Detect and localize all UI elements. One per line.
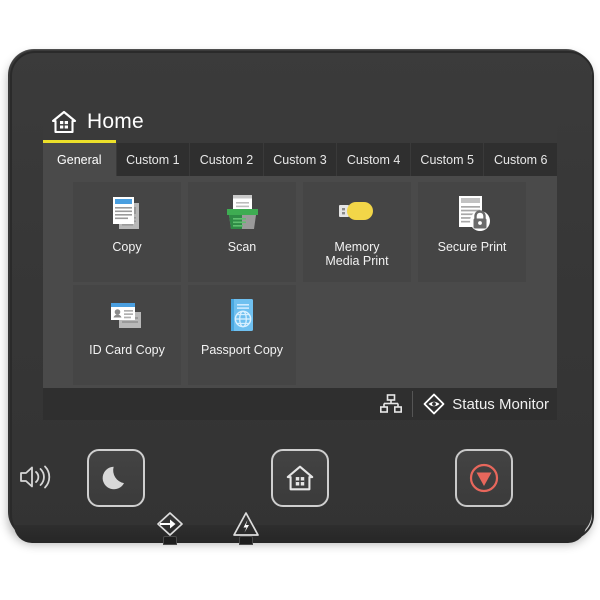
tab-general[interactable]: General xyxy=(43,140,117,176)
tile-label: Secure Print xyxy=(437,240,507,254)
tile-label: Copy xyxy=(112,240,142,254)
tab-label: Custom 3 xyxy=(273,152,327,167)
tile-row: Copy Scan Memory Media Print Secure Prin… xyxy=(43,182,557,282)
tile-empty-slot xyxy=(303,285,411,385)
usb-drive-icon xyxy=(333,191,381,237)
stop-circle-icon xyxy=(469,463,499,493)
tile-label: Memory Media Print xyxy=(325,240,389,268)
tab-label: Custom 4 xyxy=(346,152,401,167)
tab-label: Custom 1 xyxy=(126,152,180,167)
tab-custom-1[interactable]: Custom 1 xyxy=(116,143,191,176)
tile-passport-copy[interactable]: Passport Copy xyxy=(188,285,296,385)
screen-header: Home xyxy=(43,100,557,143)
tile-empty-slot xyxy=(418,285,526,385)
app-tile-grid: Copy Scan Memory Media Print Secure Prin… xyxy=(43,176,557,388)
copy-documents-icon xyxy=(103,191,151,237)
touch-screen[interactable]: Home General Custom 1 Custom 2 Custom 3 … xyxy=(43,100,557,420)
status-divider xyxy=(412,391,414,417)
tab-label: Custom 5 xyxy=(420,152,474,167)
home-icon xyxy=(51,109,77,135)
tab-strip: General Custom 1 Custom 2 Custom 3 Custo… xyxy=(43,140,557,176)
tab-custom-2[interactable]: Custom 2 xyxy=(190,143,264,176)
tile-scan[interactable]: Scan xyxy=(188,182,296,282)
stop-button[interactable] xyxy=(455,449,513,507)
tab-label: Custom 6 xyxy=(494,152,548,167)
energy-saver-button[interactable] xyxy=(87,449,145,507)
tab-label: Custom 2 xyxy=(199,152,254,167)
scanner-icon xyxy=(218,191,266,237)
device-bottom-lip xyxy=(14,525,586,543)
status-monitor-eye-icon xyxy=(423,393,445,415)
status-bar: Status Monitor xyxy=(43,388,557,420)
passport-book-icon xyxy=(218,294,266,340)
crescent-moon-icon xyxy=(102,466,124,490)
tab-custom-4[interactable]: Custom 4 xyxy=(337,143,411,176)
tile-memory-media-print[interactable]: Memory Media Print xyxy=(303,182,411,282)
page-title: Home xyxy=(87,109,144,133)
tile-secure-print[interactable]: Secure Print xyxy=(418,182,526,282)
tile-row: ID Card Copy Passport Copy xyxy=(43,285,557,385)
data-in-arrow-icon xyxy=(155,510,185,538)
tab-custom-3[interactable]: Custom 3 xyxy=(263,143,338,176)
tab-label: General xyxy=(57,152,102,167)
network-lan-icon[interactable] xyxy=(380,394,403,414)
tab-custom-6[interactable]: Custom 6 xyxy=(484,143,557,176)
tab-custom-5[interactable]: Custom 5 xyxy=(410,143,485,176)
id-card-icon xyxy=(103,294,151,340)
error-warning-icon xyxy=(231,510,261,538)
status-monitor-label: Status Monitor xyxy=(452,395,549,413)
printer-control-panel: Home General Custom 1 Custom 2 Custom 3 … xyxy=(0,0,600,600)
tile-label: Passport Copy xyxy=(201,343,283,357)
home-button[interactable] xyxy=(271,449,329,507)
tile-copy[interactable]: Copy xyxy=(73,182,181,282)
home-house-icon xyxy=(286,465,314,491)
tile-label: ID Card Copy xyxy=(89,343,165,357)
tile-id-card-copy[interactable]: ID Card Copy xyxy=(73,285,181,385)
indicator-nub xyxy=(239,536,253,545)
document-lock-icon xyxy=(448,191,496,237)
indicator-nub xyxy=(163,536,177,545)
tile-label: Scan xyxy=(227,240,257,254)
speaker-volume-icon xyxy=(18,462,52,492)
